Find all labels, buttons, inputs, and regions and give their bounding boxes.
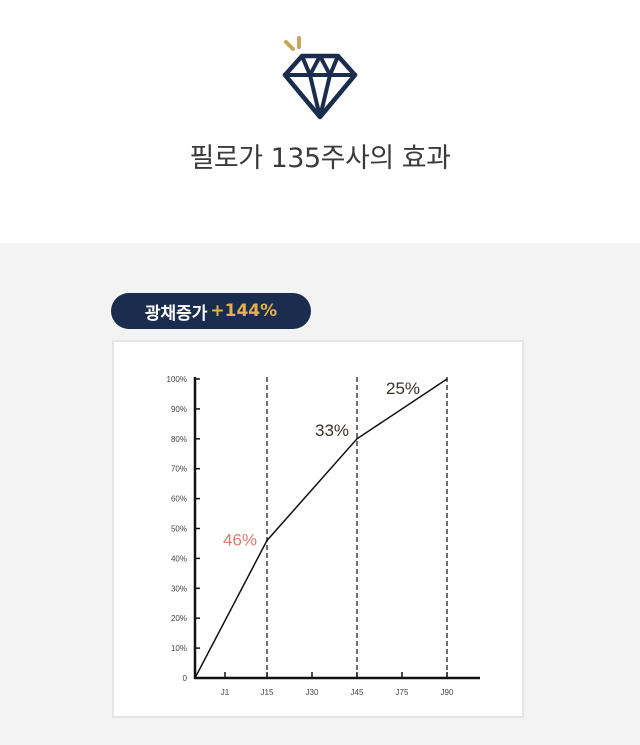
x-tick-label: J30 xyxy=(306,688,319,697)
brightness-badge: 광채증가 +144% xyxy=(111,293,311,329)
page-title: 필로가 135주사의 효과 xyxy=(189,143,451,174)
y-tick-label: 80% xyxy=(171,435,187,444)
badge-label: 광채증가 xyxy=(144,303,208,324)
x-tick-label: J90 xyxy=(441,688,454,697)
y-tick-label: 10% xyxy=(171,644,187,653)
data-point xyxy=(446,378,448,380)
data-point xyxy=(194,677,196,679)
line-chart: 0 10% 20% 30% 40% 50% 60% 70% 80% 90% 100% J1 J15 J30… xyxy=(167,375,480,697)
y-tick-label: 50% xyxy=(171,525,187,534)
data-label: 46% xyxy=(223,530,257,549)
y-tick-label: 30% xyxy=(171,584,187,593)
header-section: 필로가 135주사의 효과 xyxy=(0,0,640,243)
y-tick-label: 90% xyxy=(171,405,187,414)
data-label: 25% xyxy=(386,379,420,398)
data-label: 33% xyxy=(315,421,349,440)
data-point xyxy=(356,438,358,440)
y-tick-label: 0 xyxy=(183,674,188,683)
x-tick-label: J15 xyxy=(261,688,274,697)
y-tick-label: 100% xyxy=(167,375,187,384)
data-point xyxy=(266,539,268,542)
y-tick-label: 70% xyxy=(171,465,187,474)
y-tick-label: 60% xyxy=(171,495,187,504)
y-tick-label: 40% xyxy=(171,554,187,563)
y-tick-label: 20% xyxy=(171,614,187,623)
x-tick-label: J75 xyxy=(396,688,409,697)
x-tick-label: J1 xyxy=(221,688,230,697)
x-tick-label: J45 xyxy=(351,688,364,697)
chart-card: 0 10% 20% 30% 40% 50% 60% 70% 80% 90% 100% J1 J15 J30… xyxy=(112,340,524,718)
diamond-icon xyxy=(282,36,358,120)
badge-highlight: +144% xyxy=(210,301,278,321)
